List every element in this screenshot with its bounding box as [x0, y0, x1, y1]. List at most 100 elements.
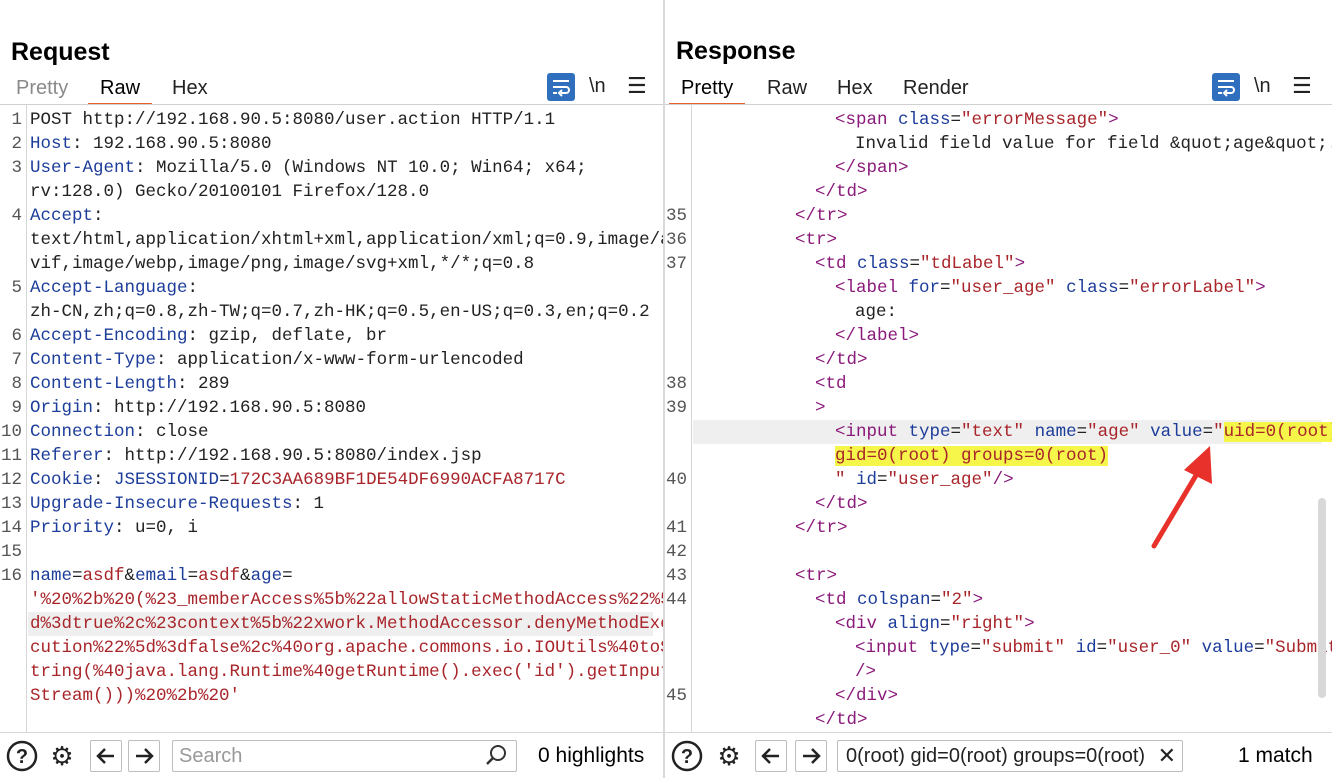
newline-toggle[interactable]: \n	[589, 73, 606, 99]
code-text: Host: 192.168.90.5:8080	[30, 132, 272, 156]
search-icon[interactable]	[484, 741, 508, 771]
line-number: 9	[11, 398, 22, 418]
code-text: Cookie: JSESSIONID=172C3AA689BF1DE54DF69…	[30, 468, 566, 492]
code-token: =	[1254, 638, 1265, 658]
code-line: </td>	[665, 708, 1332, 732]
settings-gear-icon[interactable]: ⚙	[46, 740, 78, 772]
code-token: "2"	[941, 590, 973, 610]
code-token: value	[1201, 638, 1255, 658]
code-text: Content-Type: application/x-www-form-url…	[30, 348, 524, 372]
tab-pretty[interactable]: Pretty	[4, 74, 80, 105]
code-token: </td>	[815, 182, 868, 202]
code-token: "user_age"	[887, 470, 993, 490]
line-number: 39	[665, 398, 687, 418]
code-line: 16 name=asdf&email=asdf&age=	[0, 564, 663, 588]
help-icon[interactable]: ?	[671, 740, 703, 772]
code-token: "errorLabel"	[1129, 278, 1256, 298]
tab-raw[interactable]: Raw	[88, 74, 153, 105]
code-line: d%3dtrue%2c%23context%5b%22xwork.MethodA…	[0, 612, 663, 636]
search-match-highlight: uid=0(root)	[1223, 422, 1332, 442]
code-token: email	[135, 566, 188, 586]
code-text: '%20%2b%20(%23_memberAccess%5b%22allowSt…	[30, 588, 663, 612]
code-text: text/html,application/xhtml+xml,applicat…	[30, 228, 663, 252]
help-icon[interactable]: ?	[6, 740, 38, 772]
menu-icon[interactable]: ☰	[627, 73, 647, 99]
line-number: 37	[665, 254, 687, 274]
line-number: 5	[11, 278, 22, 298]
code-text: <div align="right">	[835, 612, 1035, 636]
code-token: >	[1108, 110, 1119, 130]
line-number: 4	[11, 206, 22, 226]
code-token: "submit"	[981, 638, 1076, 658]
wrap-lines-icon[interactable]	[547, 73, 575, 101]
code-text: <tr>	[795, 564, 837, 588]
tab-pretty[interactable]: Pretty	[669, 74, 746, 105]
code-token: age:	[855, 302, 898, 322]
code-line: 10 Connection: close	[0, 420, 663, 444]
code-token: zh-CN,zh;q=0.8,zh-TW;q=0.7,zh-HK;q=0.5,e…	[30, 302, 650, 322]
code-token: cution%22%5d%3dfalse%2c%40org.apache.com…	[30, 638, 663, 658]
code-token: d%3dtrue%2c%23context%5b%22xwork.MethodA…	[30, 614, 663, 634]
search-input[interactable]: 0(root) gid=0(root) groups=0(root) ✕	[837, 740, 1183, 772]
code-text: rv:128.0) Gecko/20100101 Firefox/128.0	[30, 180, 429, 204]
code-token: Content-Type	[30, 350, 157, 370]
search-input[interactable]: Search	[172, 740, 517, 772]
code-token: Upgrade-Insecure-Requests	[30, 494, 293, 514]
code-token: "	[835, 470, 857, 490]
search-placeholder: Search	[179, 745, 243, 767]
tab-render[interactable]: Render	[891, 74, 981, 105]
code-line: <label for="user_age" class="errorLabel"…	[665, 276, 1332, 300]
code-line: cution%22%5d%3dfalse%2c%40org.apache.com…	[0, 636, 663, 660]
search-match-highlight: gid=0(root) groups=0(root)	[835, 446, 1109, 466]
request-title: Request	[11, 38, 110, 66]
code-token: />	[855, 662, 877, 682]
line-number: 2	[11, 134, 22, 154]
code-text: Accept:	[30, 204, 104, 228]
code-line: 3 User-Agent: Mozilla/5.0 (Windows NT 10.…	[0, 156, 663, 180]
wrap-lines-icon[interactable]	[1212, 73, 1240, 101]
response-pane: Response Pretty Raw Hex Render \n ☰ <spa…	[665, 0, 1332, 778]
code-text: Origin: http://192.168.90.5:8080	[30, 396, 366, 420]
code-text: Stream()))%20%2b%20'	[30, 684, 240, 708]
line-number: 7	[11, 350, 22, 370]
forward-arrow-icon[interactable]	[128, 740, 160, 772]
code-line: 12 Cookie: JSESSIONID=172C3AA689BF1DE54DF…	[0, 468, 663, 492]
code-text: zh-CN,zh;q=0.8,zh-TW;q=0.7,zh-HK;q=0.5,e…	[30, 300, 650, 324]
settings-gear-icon[interactable]: ⚙	[713, 740, 745, 772]
code-line: gid=0(root) groups=0(root)	[665, 444, 1332, 468]
code-token: id	[856, 470, 878, 490]
code-token: =	[1118, 278, 1130, 298]
menu-icon[interactable]: ☰	[1292, 73, 1312, 99]
code-token: =	[72, 566, 83, 586]
code-token: =	[950, 110, 962, 130]
svg-text:?: ?	[16, 746, 28, 768]
code-token: for	[908, 278, 941, 298]
code-line: </label>	[665, 324, 1332, 348]
match-count: 1 match	[1238, 744, 1313, 767]
code-text: <tr>	[795, 228, 837, 252]
code-line: 8 Content-Length: 289	[0, 372, 663, 396]
code-token: </tr>	[795, 518, 848, 538]
forward-arrow-icon[interactable]	[795, 740, 827, 772]
code-text: <td colspan="2">	[815, 588, 983, 612]
tab-raw[interactable]: Raw	[755, 74, 819, 105]
clear-icon[interactable]: ✕	[1158, 741, 1176, 771]
back-arrow-icon[interactable]	[755, 740, 787, 772]
back-arrow-icon[interactable]	[90, 740, 122, 772]
code-text: <td class="tdLabel">	[815, 252, 1025, 276]
tab-hex[interactable]: Hex	[160, 74, 220, 105]
code-token: :	[93, 470, 115, 490]
response-scrollbar[interactable]	[1318, 498, 1326, 698]
code-token: />	[992, 470, 1014, 490]
code-token: <td	[815, 590, 858, 610]
code-token: asdf	[82, 566, 125, 586]
request-editor[interactable]: 1 POST http://192.168.90.5:8080/user.acti…	[0, 105, 663, 732]
tab-hex[interactable]: Hex	[825, 74, 885, 105]
code-token: class	[857, 254, 910, 274]
newline-toggle[interactable]: \n	[1254, 73, 1271, 99]
code-line: 2 Host: 192.168.90.5:8080	[0, 132, 663, 156]
code-text: </tr>	[795, 204, 848, 228]
code-text: </label>	[835, 324, 919, 348]
response-editor[interactable]: <span class="errorMessage"> Invalid field…	[665, 105, 1332, 732]
code-token: =	[950, 422, 962, 442]
